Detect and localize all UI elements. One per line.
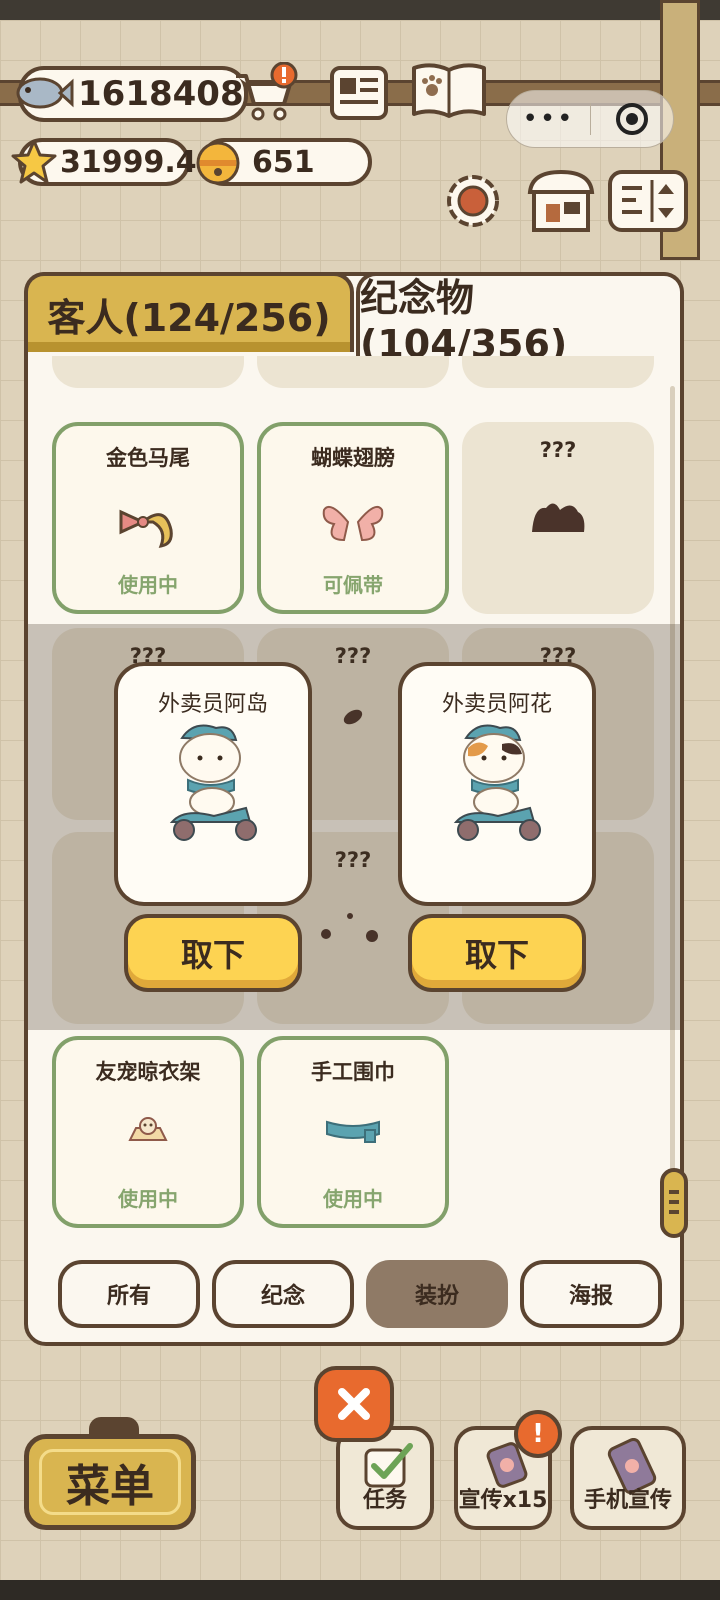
ponytail-icon	[119, 509, 173, 548]
item-card-handmade-scarf[interactable]: 手工围巾 使用中	[257, 1036, 449, 1228]
close-panel-button[interactable]	[314, 1366, 394, 1442]
phone-promote-label: 手机宣传	[583, 1488, 672, 1513]
fish-count: 1618408	[78, 74, 244, 114]
fish-icon	[16, 77, 74, 109]
status-bar	[0, 0, 720, 20]
filter-icon[interactable]	[606, 168, 690, 234]
item-state: 可佩带	[323, 573, 383, 597]
paw-book-icon[interactable]	[410, 60, 488, 124]
item-card[interactable]	[462, 356, 654, 388]
capsule-close-icon[interactable]	[591, 102, 673, 136]
item-card[interactable]	[52, 356, 244, 388]
scarf-icon	[326, 1120, 380, 1143]
bell-count: 651	[252, 144, 315, 180]
drying-rack-icon	[128, 1117, 168, 1141]
menu-button[interactable]: 菜单	[24, 1417, 196, 1530]
calico-cat-scooter-icon	[453, 724, 541, 841]
item-state: 使用中	[118, 1187, 178, 1211]
take-off-button-left[interactable]: 取下	[124, 914, 302, 992]
close-icon	[338, 1388, 370, 1420]
tab-souvenirs[interactable]: 纪念物(104/356)	[356, 272, 684, 366]
tab-guests[interactable]: 客人(124/256)	[24, 272, 354, 352]
item-name: 手工围巾	[311, 1060, 395, 1084]
more-dots-icon[interactable]: •••	[507, 106, 590, 132]
item-state: 使用中	[323, 1187, 383, 1211]
star-count: 31999.4	[60, 144, 197, 180]
item-card-golden-ponytail[interactable]: 金色马尾 使用中	[52, 422, 244, 614]
item-name: ???	[539, 438, 577, 462]
costume-card-right: 外卖员阿花	[398, 662, 596, 906]
item-name: 友宠晾衣架	[95, 1060, 201, 1084]
promote-alert-badge: !	[514, 1410, 562, 1458]
bell-icon	[196, 141, 240, 185]
mini-program-capsule: •••	[506, 90, 674, 148]
tasks-label: 任务	[362, 1488, 407, 1513]
menu-label: 菜单	[66, 1461, 154, 1512]
unknown-silhouette-icon	[532, 503, 585, 532]
newspaper-icon[interactable]	[328, 64, 390, 122]
filter-souvenir[interactable]: 纪念	[212, 1260, 354, 1328]
scrollbar-thumb[interactable]	[660, 1168, 688, 1238]
filter-costume[interactable]: 装扮	[366, 1260, 508, 1328]
item-name: 蝴蝶翅膀	[311, 446, 395, 470]
item-card-butterfly-wings[interactable]: 蝴蝶翅膀 可佩带	[257, 422, 449, 614]
promote-label: 宣传x15	[458, 1488, 548, 1513]
shop-icon[interactable]	[522, 166, 600, 236]
costume-card-left: 外卖员阿岛	[114, 662, 312, 906]
item-name: 金色马尾	[106, 446, 190, 470]
star-icon	[11, 139, 57, 184]
item-card-unknown[interactable]: ???	[462, 422, 654, 614]
costume-name: 外卖员阿岛	[157, 692, 268, 717]
filter-poster[interactable]: 海报	[520, 1260, 662, 1328]
item-state: 使用中	[118, 573, 178, 597]
item-card-pet-drying-rack[interactable]: 友宠晾衣架 使用中	[52, 1036, 244, 1228]
gear-icon[interactable]	[442, 170, 504, 232]
white-cat-scooter-icon	[169, 724, 257, 841]
take-off-button-right[interactable]: 取下	[408, 914, 586, 992]
phone-promote-button[interactable]: 手机宣传	[570, 1426, 686, 1530]
costume-name: 外卖员阿花	[441, 692, 552, 717]
butterfly-wings-icon	[322, 506, 384, 542]
bottom-edge	[0, 1580, 720, 1600]
cart-icon[interactable]	[232, 62, 300, 124]
item-card[interactable]	[257, 356, 449, 388]
filter-all[interactable]: 所有	[58, 1260, 200, 1328]
